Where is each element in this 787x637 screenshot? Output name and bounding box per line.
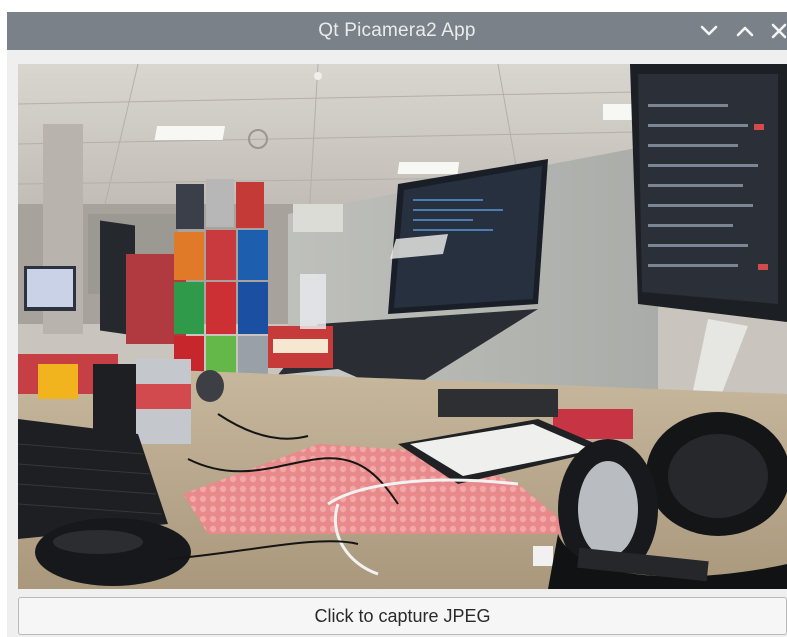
close-button[interactable] (767, 19, 787, 43)
close-icon (771, 23, 787, 39)
maximize-button[interactable] (733, 19, 757, 43)
app-window: Qt Picamera2 App Click to capture JPEG (7, 12, 787, 637)
chevron-down-icon (700, 25, 718, 37)
camera-preview-image (18, 64, 787, 589)
minimize-button[interactable] (697, 19, 721, 43)
chevron-up-icon (736, 25, 754, 37)
window-title: Qt Picamera2 App (318, 20, 476, 41)
title-bar[interactable]: Qt Picamera2 App (7, 12, 787, 50)
camera-preview (18, 64, 787, 589)
capture-jpeg-button[interactable]: Click to capture JPEG (18, 597, 787, 635)
